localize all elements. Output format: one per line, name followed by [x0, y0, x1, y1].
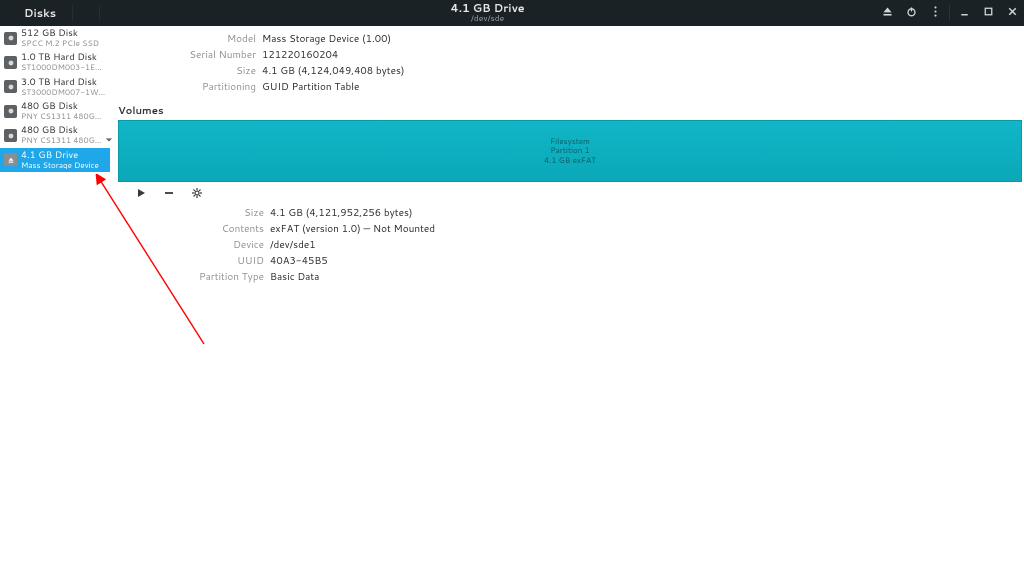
- label-part-size: Size: [184, 206, 264, 220]
- maximize-icon: [982, 5, 995, 22]
- device-sublabel: ST3000DM007-1WY10G: [21, 88, 106, 96]
- label-part-uuid: UUID: [184, 254, 264, 268]
- power-icon: [905, 5, 918, 22]
- eject-icon: [881, 5, 894, 22]
- device-sublabel: Mass Storage Device: [21, 161, 99, 169]
- label-serial: Serial Number: [176, 48, 256, 62]
- value-part-uuid: 40A3-45B5: [270, 254, 1022, 268]
- device-label: 480 GB Disk: [21, 126, 106, 136]
- device-item[interactable]: 480 GB DiskPNY CS1311 480GB SSD: [0, 123, 110, 147]
- drive-path: /dev/sde: [471, 14, 504, 23]
- value-size: 4.1 GB (4,124,049,408 bytes): [262, 64, 1024, 78]
- window-maximize-button[interactable]: [976, 0, 1000, 26]
- play-icon: [135, 187, 147, 203]
- device-sidebar: 512 GB DiskSPCC M.2 PCIe SSD 1.0 TB Hard…: [0, 26, 110, 584]
- label-part-type: Partition Type: [184, 270, 264, 284]
- titlebar: Disks 4.1 GB Drive /dev/sde: [0, 0, 1024, 26]
- label-part-contents: Contents: [184, 222, 264, 236]
- value-model: Mass Storage Device (1.00): [262, 32, 1024, 46]
- value-part-contents: exFAT (version 1.0) — Not Mounted: [270, 222, 1022, 236]
- value-serial: 121220160204: [262, 48, 1024, 62]
- device-item[interactable]: 480 GB DiskPNY CS1311 480GB SSD: [0, 99, 110, 123]
- device-label: 1.0 TB Hard Disk: [21, 53, 106, 63]
- device-label: 512 GB Disk: [21, 29, 99, 39]
- value-part-size: 4.1 GB (4,121,952,256 bytes): [270, 206, 1022, 220]
- volume-partition-label: Filesystem Partition 1 4.1 GB exFAT: [544, 137, 596, 165]
- drive-menu-button[interactable]: [923, 0, 947, 26]
- device-item[interactable]: 3.0 TB Hard DiskST3000DM007-1WY10G: [0, 75, 110, 99]
- minimize-icon: [958, 5, 971, 22]
- separator: [949, 5, 950, 21]
- label-part-device: Device: [184, 238, 264, 252]
- device-item[interactable]: 512 GB DiskSPCC M.2 PCIe SSD: [0, 26, 110, 50]
- partition-options-button[interactable]: [190, 188, 204, 202]
- titlebar-center: 4.1 GB Drive /dev/sde: [100, 0, 875, 26]
- app-menu-button[interactable]: [72, 5, 100, 21]
- partition-summary: Size 4.1 GB (4,121,952,256 bytes) Conten…: [118, 206, 1022, 284]
- window-close-button[interactable]: [1000, 0, 1024, 26]
- hdd-icon: [4, 105, 17, 118]
- gear-icon: [191, 187, 203, 203]
- volume-line3: 4.1 GB exFAT: [544, 156, 596, 165]
- close-icon: [1006, 5, 1019, 22]
- main-panel: Model Mass Storage Device (1.00) Serial …: [110, 26, 1024, 584]
- window-minimize-button[interactable]: [952, 0, 976, 26]
- removable-drive-icon: [4, 153, 17, 166]
- hdd-icon: [4, 80, 17, 93]
- hdd-icon: [4, 56, 17, 69]
- hdd-icon: [4, 32, 17, 45]
- hdd-icon: [4, 129, 17, 142]
- delete-partition-button[interactable]: [162, 188, 176, 202]
- titlebar-right: [875, 0, 1024, 26]
- device-item-selected[interactable]: 4.1 GB DriveMass Storage Device: [0, 148, 110, 172]
- volume-toolbar: [118, 182, 1022, 206]
- volume-partition-block[interactable]: Filesystem Partition 1 4.1 GB exFAT: [118, 120, 1022, 182]
- device-item[interactable]: 1.0 TB Hard DiskST1000DM003-1ER162: [0, 50, 110, 74]
- device-sublabel: ST1000DM003-1ER162: [21, 63, 106, 71]
- value-partitioning: GUID Partition Table: [262, 80, 1024, 94]
- device-label: 480 GB Disk: [21, 102, 106, 112]
- device-label: 3.0 TB Hard Disk: [21, 78, 106, 88]
- kebab-icon: [929, 5, 942, 22]
- label-model: Model: [176, 32, 256, 46]
- label-size: Size: [176, 64, 256, 78]
- device-sublabel: PNY CS1311 480GB SSD: [21, 112, 106, 120]
- device-sublabel: PNY CS1311 480GB SSD: [21, 136, 106, 144]
- device-label: 4.1 GB Drive: [21, 151, 99, 161]
- volumes-heading: Volumes: [110, 98, 1024, 120]
- drive-summary: Model Mass Storage Device (1.00) Serial …: [110, 32, 1024, 98]
- volumes-area: Filesystem Partition 1 4.1 GB exFAT Size: [118, 120, 1022, 284]
- eject-button[interactable]: [875, 0, 899, 26]
- device-sublabel: SPCC M.2 PCIe SSD: [21, 39, 99, 47]
- power-off-button[interactable]: [899, 0, 923, 26]
- titlebar-left: Disks: [0, 0, 100, 26]
- minus-icon: [163, 187, 175, 203]
- app-title: Disks: [0, 5, 72, 21]
- value-part-device: /dev/sde1: [270, 238, 1022, 252]
- body: 512 GB DiskSPCC M.2 PCIe SSD 1.0 TB Hard…: [0, 26, 1024, 584]
- label-partitioning: Partitioning: [176, 80, 256, 94]
- value-part-type: Basic Data: [270, 270, 1022, 284]
- mount-button[interactable]: [134, 188, 148, 202]
